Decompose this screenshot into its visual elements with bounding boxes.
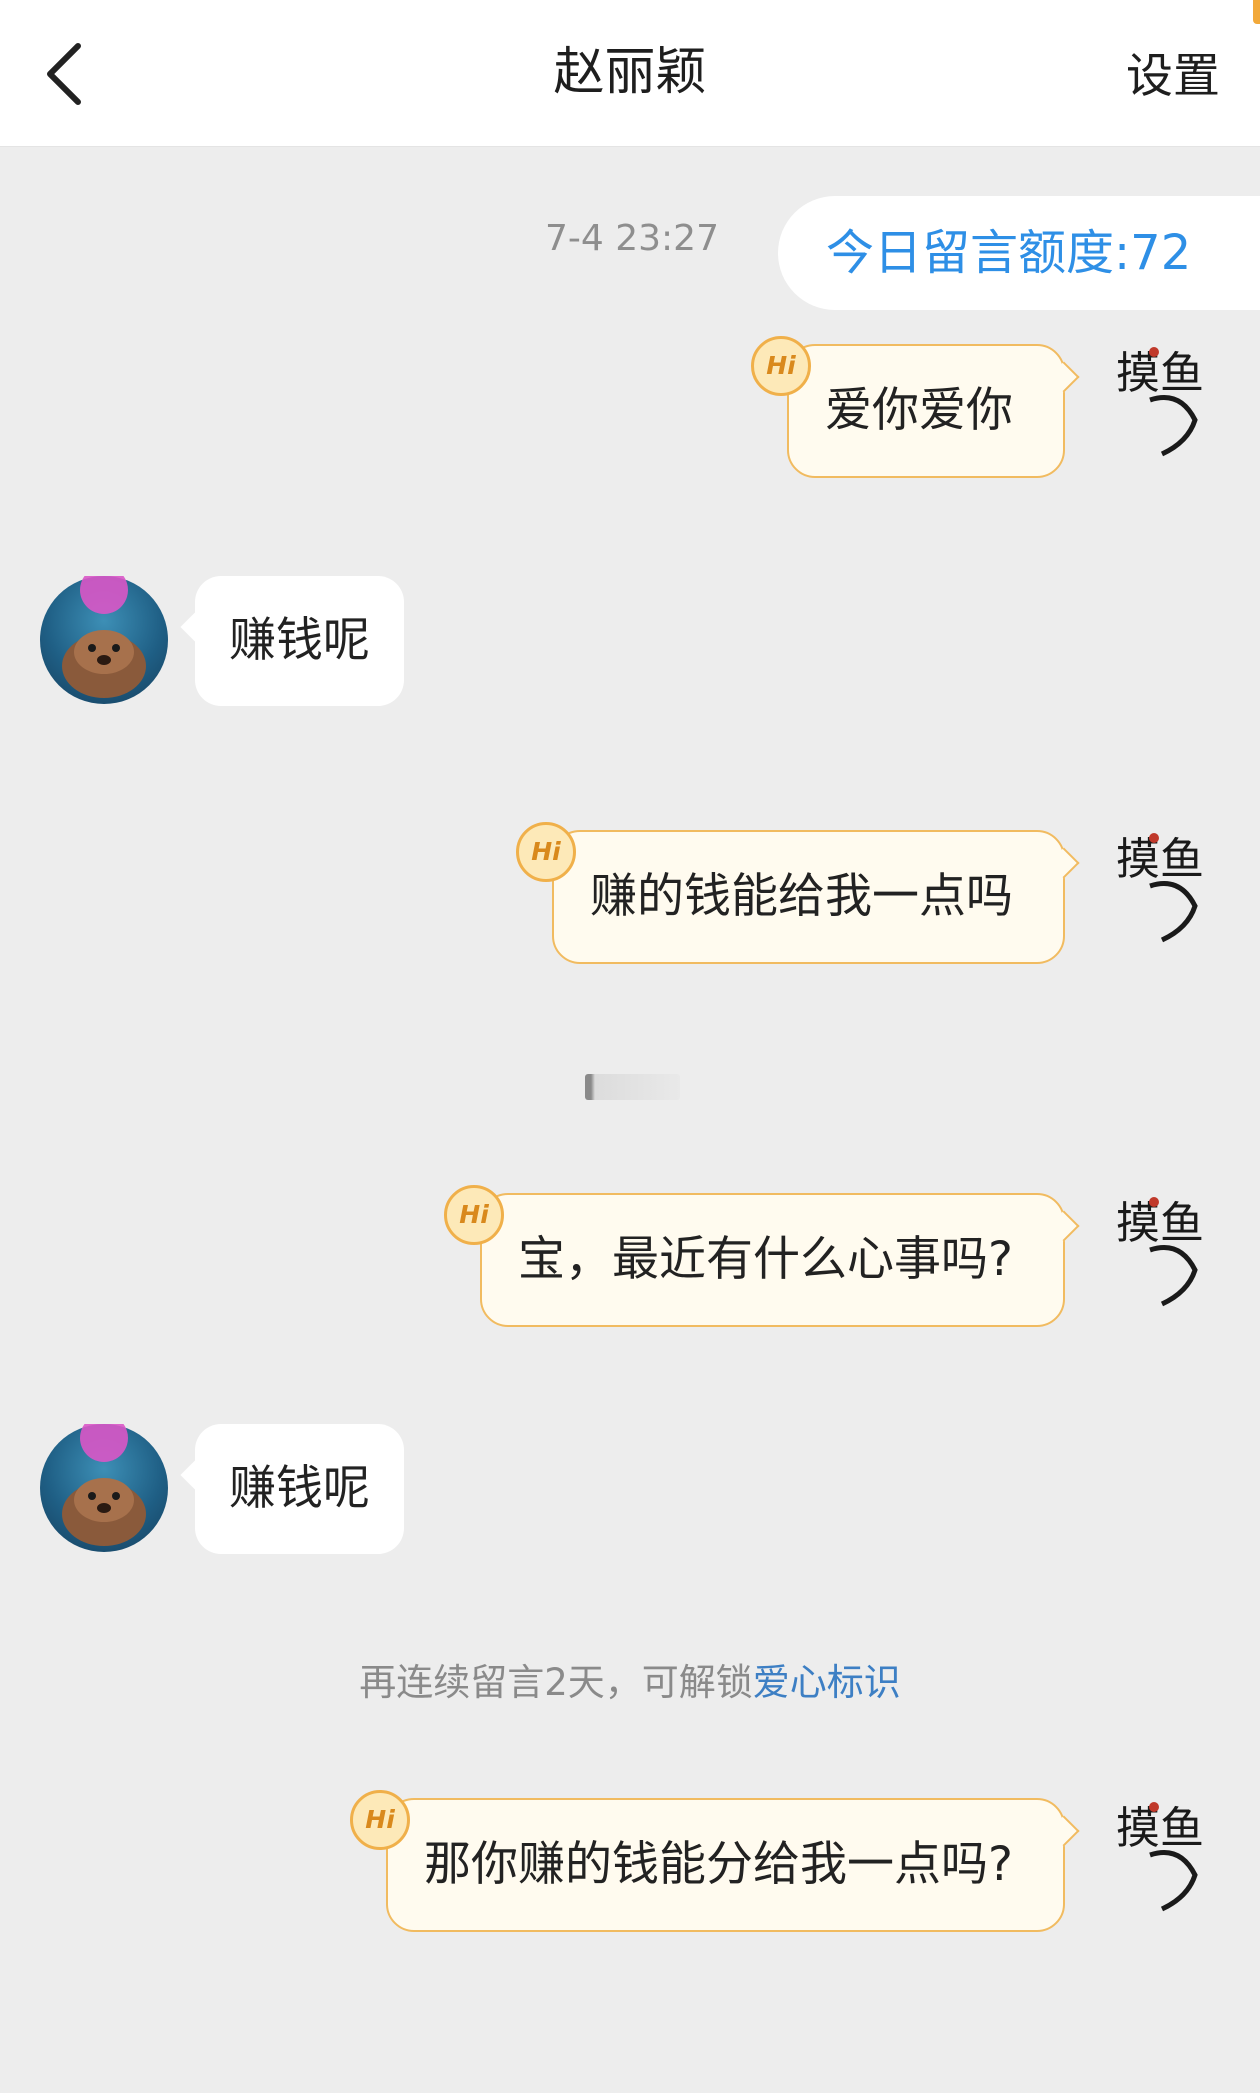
heart-badge-link[interactable]: 爱心标识 (753, 1661, 901, 1704)
my-avatar[interactable]: 摸鱼 (1110, 816, 1220, 946)
my-avatar[interactable]: 摸鱼 (1110, 1180, 1220, 1310)
notice-text: 再连续留言2天，可解锁 (359, 1661, 753, 1704)
moyu-logo-icon: 摸鱼 (1116, 347, 1204, 457)
outgoing-message-bubble[interactable]: Hi 宝，最近有什么心事吗? (444, 1185, 1065, 1327)
message-text: 爱你爱你 (825, 383, 1013, 438)
nav-header: 赵丽颖 设置 (0, 0, 1260, 147)
outgoing-message-bubble[interactable]: Hi 爱你爱你 (751, 336, 1065, 478)
message-text: 赚钱呢 (229, 1461, 370, 1516)
redacted-timestamp (585, 1074, 680, 1100)
contact-avatar[interactable] (40, 1414, 168, 1552)
my-avatar[interactable]: 摸鱼 (1110, 1785, 1220, 1915)
settings-button[interactable]: 设置 (1126, 42, 1220, 112)
svg-text:摸鱼: 摸鱼 (1116, 1198, 1204, 1249)
svg-text:摸鱼: 摸鱼 (1116, 348, 1204, 399)
incoming-message-bubble[interactable]: 赚钱呢 (195, 576, 404, 706)
moyu-logo-icon: 摸鱼 (1116, 1197, 1204, 1307)
hi-badge-icon: Hi (516, 822, 576, 882)
my-avatar[interactable]: 摸鱼 (1110, 330, 1220, 460)
contact-avatar[interactable] (40, 566, 168, 704)
message-timestamp: 7-4 23:27 (545, 218, 719, 259)
moyu-logo-icon: 摸鱼 (1116, 1802, 1204, 1912)
message-text: 宝，最近有什么心事吗? (518, 1232, 1013, 1287)
otter-avatar-icon (62, 1414, 146, 1546)
hi-badge-icon: Hi (350, 1790, 411, 1850)
svg-text:摸鱼: 摸鱼 (1116, 1803, 1204, 1854)
hi-badge-icon: Hi (751, 336, 811, 396)
streak-notice: 再连续留言2天，可解锁爱心标识 (0, 1652, 1260, 1706)
hi-badge-icon: Hi (444, 1185, 505, 1245)
outgoing-message-bubble[interactable]: Hi 那你赚的钱能分给我一点吗? (350, 1790, 1065, 1932)
incoming-message-bubble[interactable]: 赚钱呢 (195, 1424, 404, 1554)
message-text: 那你赚的钱能分给我一点吗? (424, 1837, 1013, 1892)
moyu-logo-icon: 摸鱼 (1116, 833, 1204, 943)
outgoing-message-bubble[interactable]: Hi 赚的钱能给我一点吗 (516, 822, 1065, 964)
otter-avatar-icon (62, 566, 146, 698)
message-text: 赚的钱能给我一点吗 (590, 869, 1013, 924)
page-title: 赵丽颖 (553, 43, 707, 102)
svg-text:摸鱼: 摸鱼 (1116, 834, 1204, 885)
corner-indicator (1253, 0, 1260, 24)
message-text: 赚钱呢 (229, 613, 370, 668)
daily-quota-pill[interactable]: 今日留言额度:72 (778, 196, 1260, 310)
